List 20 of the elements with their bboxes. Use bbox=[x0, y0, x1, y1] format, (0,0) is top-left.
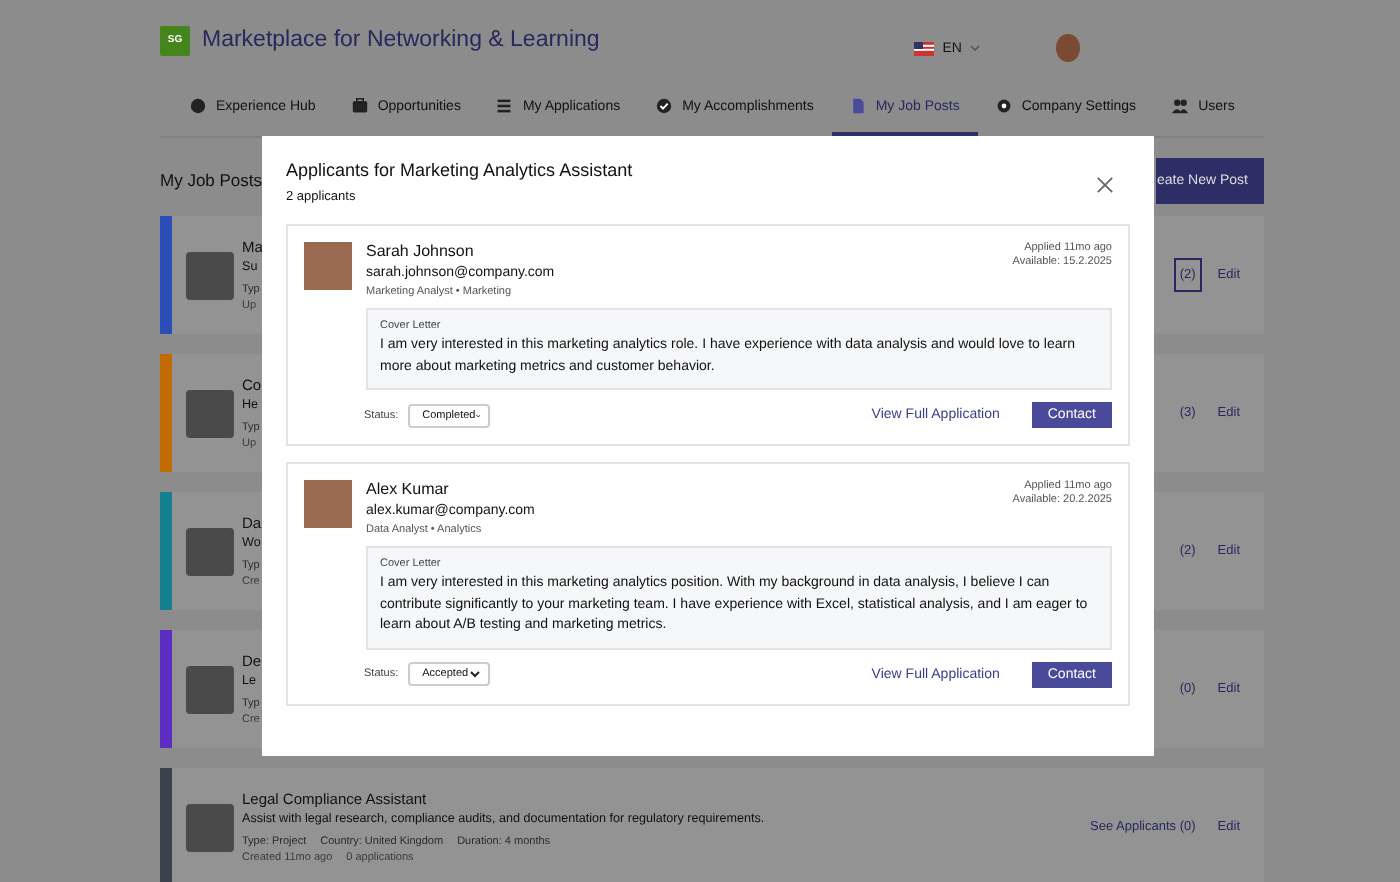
applicant-name: Alex Kumar bbox=[366, 480, 451, 498]
photo-placeholder bbox=[304, 242, 352, 290]
photo-placeholder bbox=[186, 665, 234, 713]
users-icon bbox=[1172, 98, 1189, 114]
flag-icon bbox=[914, 41, 935, 55]
doc-icon bbox=[849, 98, 866, 114]
applicant-name: Sarah Johnson bbox=[366, 242, 476, 260]
photo-placeholder bbox=[186, 527, 234, 575]
dialog-title: Applicants for Marketing Analytics Assistant bbox=[286, 160, 633, 180]
briefcase-icon bbox=[351, 98, 368, 114]
photo-placeholder bbox=[186, 389, 234, 437]
close-icon[interactable] bbox=[1096, 176, 1114, 194]
check-icon bbox=[656, 98, 673, 114]
gear-icon bbox=[995, 98, 1012, 114]
page-heading: My Job Posts bbox=[160, 170, 263, 190]
app-title: Marketplace for Networking & Learning bbox=[202, 28, 602, 52]
photo-placeholder bbox=[186, 251, 234, 299]
photo-placeholder bbox=[304, 480, 352, 528]
photo-placeholder bbox=[186, 803, 234, 851]
list-icon bbox=[496, 98, 513, 114]
